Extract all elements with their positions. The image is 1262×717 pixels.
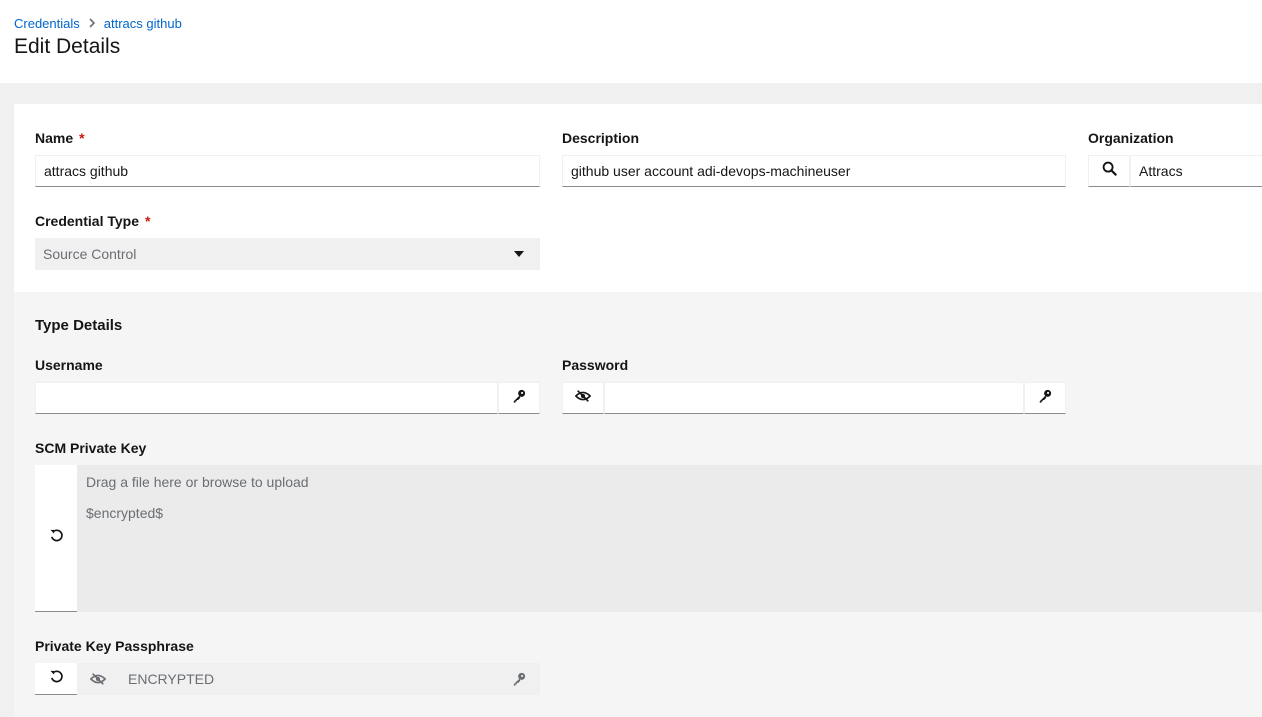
- passphrase-value: ENCRYPTED: [128, 671, 215, 687]
- scm-private-key-revert-button[interactable]: [35, 465, 77, 612]
- undo-icon: [49, 528, 64, 548]
- key-icon: [1038, 389, 1052, 408]
- username-prompt-button[interactable]: [498, 382, 540, 414]
- page-header: Credentials attracs github Edit Details: [0, 0, 1262, 83]
- required-marker: *: [79, 130, 85, 146]
- password-show-toggle[interactable]: [562, 382, 604, 414]
- name-input[interactable]: attracs github: [35, 155, 540, 187]
- eye-slash-icon[interactable]: [77, 663, 119, 695]
- breadcrumb-current-link[interactable]: attracs github: [104, 16, 182, 31]
- password-prompt-button[interactable]: [1024, 382, 1066, 414]
- organization-input-value: Attracs: [1139, 163, 1183, 179]
- breadcrumb: Credentials attracs github: [14, 16, 182, 31]
- caret-down-icon: [514, 251, 524, 257]
- undo-icon: [49, 669, 64, 689]
- organization-label: Organization: [1088, 130, 1174, 146]
- username-input[interactable]: [35, 382, 498, 414]
- key-icon: [512, 389, 526, 408]
- private-key-passphrase-label: Private Key Passphrase: [35, 638, 194, 654]
- description-input-value: github user account adi-devops-machineus…: [571, 163, 851, 179]
- search-icon: [1102, 161, 1117, 181]
- breadcrumb-credentials-link[interactable]: Credentials: [14, 16, 80, 31]
- username-label: Username: [35, 357, 103, 373]
- eye-slash-icon: [574, 389, 592, 408]
- scm-private-key-label: SCM Private Key: [35, 440, 147, 456]
- required-marker: *: [145, 213, 151, 229]
- page-title: Edit Details: [14, 35, 121, 58]
- password-label: Password: [562, 357, 629, 373]
- scm-private-key-placeholder: Drag a file here or browse to upload: [86, 474, 309, 490]
- organization-search-button[interactable]: [1088, 155, 1130, 187]
- key-icon[interactable]: [498, 663, 540, 695]
- description-label: Description: [562, 130, 640, 146]
- name-input-value: attracs github: [44, 163, 129, 179]
- type-details-title: Type Details: [35, 317, 123, 334]
- credential-type-label: Credential Type *: [35, 213, 151, 229]
- organization-input[interactable]: Attracs: [1130, 155, 1262, 187]
- password-input[interactable]: [604, 382, 1024, 414]
- name-label: Name *: [35, 130, 85, 146]
- description-input[interactable]: github user account adi-devops-machineus…: [562, 155, 1066, 187]
- scm-private-key-value: $encrypted$: [86, 505, 164, 521]
- passphrase-revert-button[interactable]: [35, 663, 77, 695]
- credential-type-value: Source Control: [43, 245, 137, 262]
- credential-type-select[interactable]: Source Control: [35, 238, 540, 270]
- passphrase-field: ENCRYPTED: [77, 663, 540, 695]
- chevron-right-icon: [80, 17, 104, 31]
